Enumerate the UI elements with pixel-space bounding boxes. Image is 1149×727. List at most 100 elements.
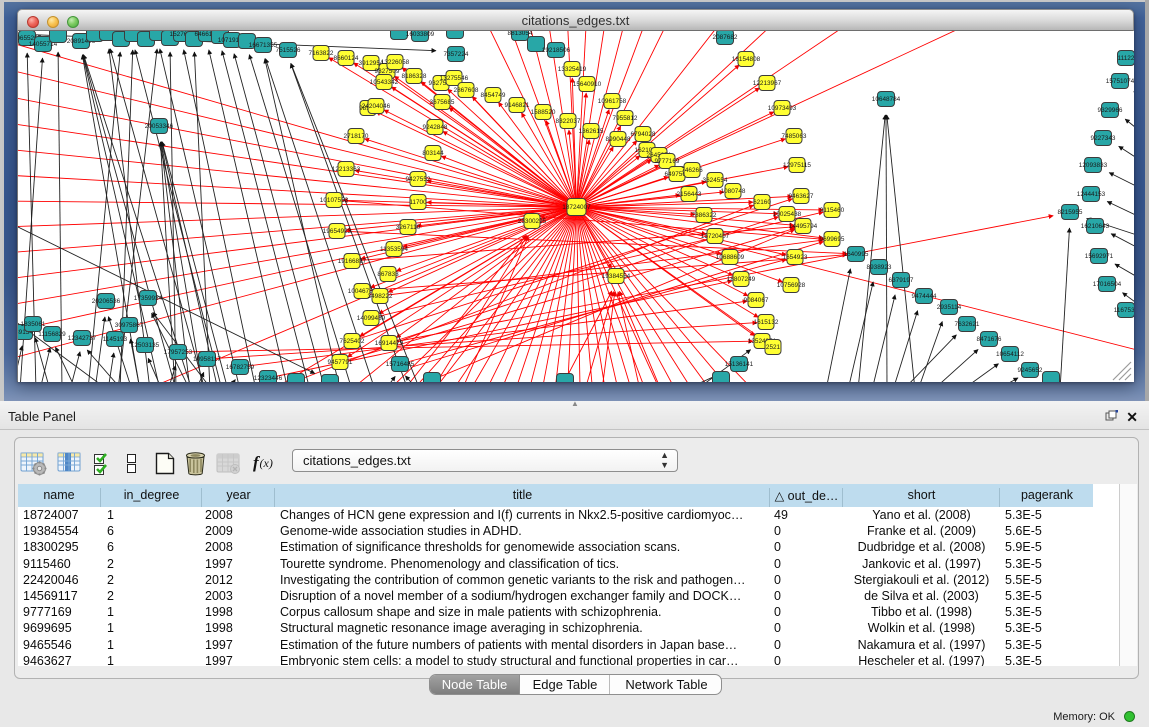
svg-text:9084067: 9084067 [744, 297, 769, 304]
svg-text:9699695: 9699695 [820, 236, 845, 243]
svg-text:15720407: 15720407 [701, 233, 730, 240]
svg-text:12213967: 12213967 [753, 80, 782, 87]
svg-text:2156443: 2156443 [677, 191, 702, 198]
svg-text:10025438: 10025438 [773, 211, 802, 218]
svg-text:12093833: 12093833 [1079, 162, 1108, 169]
svg-text:25300295: 25300295 [518, 218, 547, 225]
svg-text:19384554: 19384554 [602, 273, 631, 280]
svg-text:7485063: 7485063 [782, 133, 807, 140]
svg-text:16671355: 16671355 [249, 42, 278, 49]
svg-text:2521: 2521 [766, 344, 781, 351]
svg-text:1615132: 1615132 [754, 319, 779, 326]
svg-text:15136141: 15136141 [725, 361, 754, 368]
svg-text:20053346: 20053346 [145, 123, 174, 130]
svg-text:(x): (x) [260, 456, 273, 470]
svg-text:10756928: 10756928 [777, 282, 806, 289]
svg-text:24204046: 24204046 [362, 103, 391, 110]
svg-text:1640995: 1640995 [844, 251, 869, 258]
svg-text:10107553: 10107553 [320, 197, 349, 204]
svg-text:746266: 746266 [681, 167, 703, 174]
svg-text:10688609: 10688609 [716, 254, 745, 261]
svg-text:8215955: 8215955 [1058, 209, 1083, 216]
svg-text:803144: 803144 [422, 150, 444, 157]
svg-text:14099489: 14099489 [357, 315, 386, 322]
svg-text:15751074: 15751074 [1106, 78, 1134, 85]
svg-text:9146821: 9146821 [505, 102, 530, 109]
svg-text:8938923: 8938923 [867, 264, 892, 271]
svg-text:9777169: 9777169 [655, 158, 680, 165]
svg-text:9245652: 9245652 [1018, 367, 1043, 374]
svg-text:9115460: 9115460 [820, 207, 845, 214]
svg-text:11353594: 11353594 [380, 246, 408, 253]
svg-text:16914479: 16914479 [375, 340, 404, 347]
svg-text:1145193: 1145193 [103, 336, 128, 343]
svg-text:9242848: 9242848 [423, 124, 448, 131]
svg-text:7163822: 7163822 [309, 50, 334, 57]
svg-text:8660124: 8660124 [334, 55, 359, 62]
svg-text:10958117: 10958117 [193, 356, 221, 363]
svg-text:30975867: 30975867 [115, 322, 144, 329]
svg-text:7955812: 7955812 [613, 115, 638, 122]
svg-text:14495794: 14495794 [789, 223, 818, 230]
svg-text:10973493: 10973493 [768, 105, 797, 112]
svg-text:6794028: 6794028 [631, 131, 656, 138]
svg-text:8186328: 8186328 [402, 73, 427, 80]
svg-text:1654923: 1654923 [783, 254, 808, 261]
svg-text:9329966: 9329966 [1098, 107, 1123, 114]
svg-text:17016504: 17016504 [1093, 281, 1122, 288]
svg-text:2087682: 2087682 [713, 34, 738, 41]
svg-text:2935114: 2935114 [937, 304, 962, 311]
svg-text:15716485: 15716485 [386, 361, 415, 368]
svg-text:9227343: 9227343 [1091, 135, 1116, 142]
svg-text:17359934: 17359934 [134, 295, 163, 302]
svg-text:12975115: 12975115 [783, 162, 811, 169]
svg-text:12323446: 12323446 [254, 375, 283, 382]
svg-text:8471676: 8471676 [977, 336, 1002, 343]
svg-text:1835061: 1835061 [21, 321, 46, 328]
svg-text:2718170: 2718170 [344, 133, 369, 140]
svg-text:18724007: 18724007 [562, 204, 591, 211]
svg-text:2867608: 2867608 [454, 87, 479, 94]
svg-text:10543342: 10543342 [370, 79, 399, 86]
svg-text:19218506: 19218506 [542, 47, 571, 54]
svg-text:8990448: 8990448 [606, 136, 631, 143]
svg-text:12444153: 12444153 [1077, 191, 1106, 198]
svg-text:3675685: 3675685 [430, 99, 455, 106]
svg-text:7515526: 7515526 [276, 47, 301, 54]
svg-text:8322037: 8322037 [556, 118, 581, 125]
svg-text:8454749: 8454749 [481, 92, 506, 99]
svg-text:13325419: 13325419 [558, 66, 587, 73]
svg-text:1362615: 1362615 [579, 128, 604, 135]
svg-text:10648784: 10648784 [872, 96, 901, 103]
svg-text:11156829: 11156829 [38, 331, 66, 338]
svg-text:3267110: 3267110 [396, 224, 421, 231]
svg-text:6379197: 6379197 [889, 277, 914, 284]
svg-text:13275546: 13275546 [440, 75, 469, 82]
svg-text:12503135: 12503135 [131, 342, 160, 349]
svg-text:7357224: 7357224 [444, 51, 469, 58]
svg-text:7886322: 7886322 [692, 212, 717, 219]
svg-text:19654923: 19654923 [323, 228, 352, 235]
svg-text:7632621: 7632621 [955, 321, 980, 328]
svg-text:3624554: 3624554 [703, 177, 728, 184]
svg-text:16154808: 16154808 [732, 56, 761, 63]
svg-text:19166827: 19166827 [338, 258, 367, 265]
svg-text:62160: 62160 [753, 199, 771, 206]
svg-text:10961758: 10961758 [598, 98, 627, 105]
svg-text:9463627: 9463627 [789, 193, 814, 200]
svg-text:1167533: 1167533 [1114, 307, 1134, 314]
svg-text:20206536: 20206536 [92, 298, 121, 305]
svg-text:13226058: 13226058 [381, 59, 410, 66]
svg-text:867833: 867833 [377, 271, 399, 278]
svg-text:15640910: 15640910 [573, 81, 602, 88]
svg-text:16033809: 16033809 [406, 31, 435, 38]
svg-text:16782759: 16782759 [226, 364, 255, 371]
svg-text:17957253: 17957253 [164, 349, 193, 356]
svg-text:7625402: 7625402 [340, 338, 365, 345]
svg-text:3498222: 3498222 [368, 293, 393, 300]
svg-text:18807249: 18807249 [727, 276, 756, 283]
svg-text:10654112: 10654112 [996, 351, 1024, 358]
svg-text:9457791: 9457791 [328, 359, 353, 366]
svg-text:1588520: 1588520 [531, 109, 556, 116]
svg-text:11122: 11122 [1118, 55, 1134, 62]
